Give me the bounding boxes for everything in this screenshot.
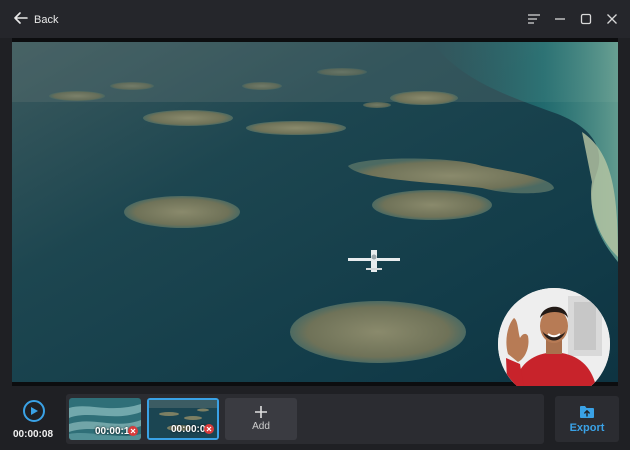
timeline-clip-2[interactable]: 00:00:08 — [147, 398, 219, 440]
back-button[interactable]: Back — [14, 11, 58, 29]
remove-clip-icon[interactable] — [128, 426, 138, 436]
title-bar: Back — [0, 0, 630, 38]
play-button[interactable] — [23, 400, 45, 422]
close-icon[interactable] — [602, 9, 622, 29]
window-controls — [524, 9, 622, 29]
export-button[interactable]: Export — [555, 396, 619, 442]
minimize-icon[interactable] — [550, 9, 570, 29]
plus-icon — [255, 406, 267, 418]
menu-icon[interactable] — [524, 9, 544, 29]
add-label: Add — [252, 421, 270, 432]
export-label: Export — [569, 421, 605, 434]
playback-controls: 00:00:08 — [10, 398, 56, 448]
webcam-overlay[interactable] — [498, 288, 610, 400]
bottom-bar: 00:00:08 00:00:15 00:00:08 Add Export — [0, 386, 630, 450]
current-time: 00:00:08 — [12, 429, 54, 440]
remove-clip-icon[interactable] — [204, 424, 214, 434]
add-clip-button[interactable]: Add — [225, 398, 297, 440]
arrow-left-icon — [14, 11, 28, 29]
video-preview[interactable] — [12, 38, 618, 400]
timeline-clip-1[interactable]: 00:00:15 — [69, 398, 141, 440]
maximize-icon[interactable] — [576, 9, 596, 29]
back-label: Back — [34, 14, 59, 26]
clip-timeline: 00:00:15 00:00:08 Add — [66, 394, 544, 444]
play-icon — [31, 407, 38, 415]
folder-export-icon — [580, 405, 594, 418]
